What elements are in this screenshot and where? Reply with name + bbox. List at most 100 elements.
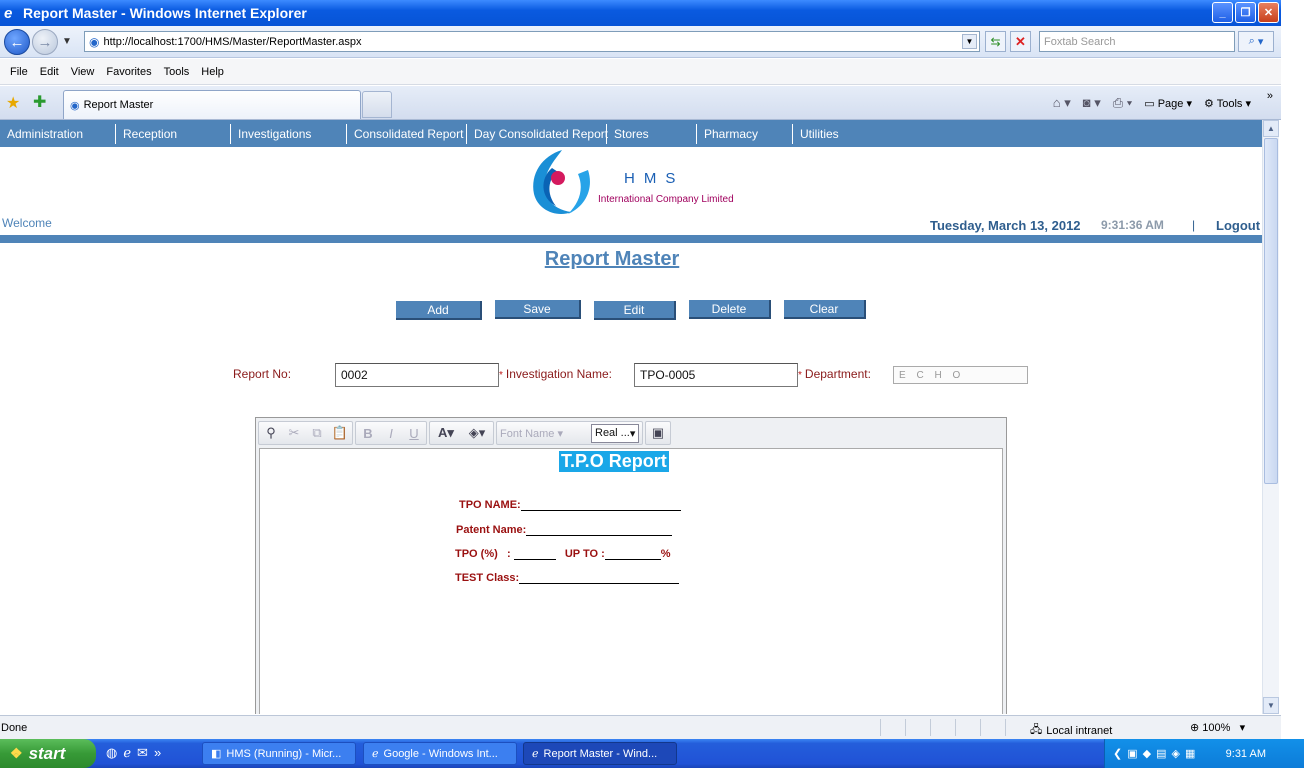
clear-button[interactable]: Clear (784, 300, 866, 319)
url-dropdown[interactable]: ▼ (962, 34, 977, 49)
page-icon: ◉ (70, 99, 80, 112)
page-content: Administration Reception Investigations … (0, 120, 1262, 714)
italic-icon[interactable]: I (382, 426, 400, 441)
font-size-dropdown[interactable]: Real ... ▾ (591, 423, 639, 443)
add-button[interactable]: Add (396, 301, 482, 320)
nav-utilities[interactable]: Utilities (792, 123, 882, 144)
nav-stores[interactable]: Stores (606, 123, 696, 144)
command-bar: ⌂ ▾ ◙ ▾ ⎙ ▾ ▭ Page ▾ ⚙ Tools ▾ (1053, 95, 1251, 111)
tab-report-master[interactable]: ◉ Report Master (63, 90, 361, 119)
nav-reception[interactable]: Reception (115, 123, 230, 144)
security-shield-icon[interactable]: ◆ (1143, 747, 1151, 760)
page-menu[interactable]: ▭ Page ▾ (1144, 97, 1192, 110)
page-menu-label: Page (1157, 97, 1184, 110)
nav-administration[interactable]: Administration (0, 124, 115, 144)
back-button[interactable]: ← (4, 29, 30, 55)
underline-icon[interactable]: U (405, 426, 423, 441)
status-text: Done (1, 722, 28, 734)
feeds-icon[interactable]: ◙ ▾ (1083, 95, 1101, 111)
security-zone-label: Local intranet (1046, 724, 1113, 737)
save-button[interactable]: Save (495, 300, 581, 319)
menu-edit[interactable]: Edit (34, 66, 65, 78)
chrome-icon[interactable]: ◍ (106, 745, 117, 761)
search-button[interactable]: ⌕ ▾ (1238, 31, 1274, 52)
page-icon: ◉ (89, 34, 100, 49)
font-name-value: Font Name (500, 427, 555, 440)
insert-image-icon[interactable]: ▣ (649, 425, 667, 441)
restore-button[interactable]: ❐ (1235, 2, 1256, 23)
paste-icon[interactable]: 📋 (331, 425, 349, 441)
tab-title: Report Master (83, 99, 154, 111)
task-hms-running[interactable]: ◧ HMS (Running) - Micr... (202, 742, 356, 765)
clock[interactable]: 9:31 AM (1226, 748, 1266, 760)
monitor-icon[interactable]: ▦ (1185, 747, 1195, 760)
print-icon[interactable]: ⎙ ▾ (1113, 95, 1132, 111)
status-bar: Done 🖧 Local intranet ⊕ 100% ▾ (0, 715, 1281, 739)
nav-day-consolidated-report[interactable]: Day Consolidated Report (466, 123, 608, 144)
toolbar-overflow-icon[interactable]: » (1267, 90, 1273, 102)
zoom-level[interactable]: ⊕ 100% ▾ (1190, 721, 1245, 734)
edit-button[interactable]: Edit (594, 301, 676, 320)
screen-edge (1281, 0, 1304, 768)
investigation-name-label: * Investigation Name: (499, 367, 612, 381)
menu-file[interactable]: File (4, 66, 34, 78)
home-icon[interactable]: ⌂ ▾ (1053, 95, 1071, 111)
menu-view[interactable]: View (65, 66, 101, 78)
vertical-scrollbar[interactable]: ▲ ▼ (1262, 120, 1279, 714)
current-date: Tuesday, March 13, 2012 (930, 218, 1081, 233)
gear-icon: ⚙ (1204, 97, 1214, 110)
minimize-button[interactable]: _ (1212, 2, 1233, 23)
menu-favorites[interactable]: Favorites (100, 66, 157, 78)
editor-toolbar-group-edit: ⚲ ✂ ⧉ 📋 (258, 421, 353, 445)
logo-title: HMS (624, 170, 685, 187)
menu-help[interactable]: Help (195, 66, 230, 78)
task-google[interactable]: ℯ Google - Windows Int... (363, 742, 517, 765)
scroll-up-button[interactable]: ▲ (1263, 120, 1279, 137)
start-button[interactable]: ❖ start (0, 739, 96, 768)
quick-launch-overflow-icon[interactable]: » (154, 745, 161, 761)
scroll-thumb[interactable] (1264, 138, 1278, 484)
highlight-color-icon[interactable]: ◈▾ (464, 425, 490, 441)
task-label: HMS (Running) - Micr... (226, 747, 342, 760)
recent-pages-dropdown[interactable]: ▼ (62, 36, 72, 47)
font-color-icon[interactable]: A▾ (433, 425, 459, 441)
scroll-down-button[interactable]: ▼ (1263, 697, 1279, 714)
nav-investigations[interactable]: Investigations (230, 123, 346, 144)
editor-body[interactable]: T.P.O Report TPO NAME: Patent Name: TPO … (259, 448, 1003, 714)
logout-link[interactable]: Logout (1216, 218, 1260, 233)
task-report-master[interactable]: ℯ Report Master - Wind... (523, 742, 677, 765)
font-name-dropdown[interactable]: Font Name ▾ (500, 427, 586, 440)
copy-icon[interactable]: ⧉ (308, 425, 326, 441)
investigation-name-input[interactable]: TPO-0005 (634, 363, 798, 387)
favorites-star-icon[interactable]: ★ (6, 93, 20, 113)
quick-launch: ◍ ℯ ✉ » (106, 745, 161, 761)
menu-tools[interactable]: Tools (158, 66, 196, 78)
welcome-text: Welcome (2, 216, 52, 230)
refresh-button[interactable]: ⇆ (985, 31, 1006, 52)
display-icon[interactable]: ▤ (1156, 747, 1166, 760)
stop-button[interactable]: ✕ (1010, 31, 1031, 52)
report-no-input[interactable]: 0002 (335, 363, 499, 387)
ie-quick-icon[interactable]: ℯ (123, 745, 131, 761)
network-icon[interactable]: ▣ (1127, 747, 1137, 760)
forward-button[interactable]: → (32, 29, 58, 55)
nav-pharmacy[interactable]: Pharmacy (696, 123, 792, 144)
report-heading: T.P.O Report (559, 451, 669, 472)
outlook-icon[interactable]: ✉ (137, 745, 148, 761)
new-tab-button[interactable] (362, 91, 392, 118)
close-button[interactable]: ✕ (1258, 2, 1279, 23)
delete-button[interactable]: Delete (689, 300, 771, 319)
url-input[interactable]: ◉ http://localhost:1700/HMS/Master/Repor… (84, 31, 980, 52)
search-input[interactable]: Foxtab Search (1039, 31, 1235, 52)
add-favorite-icon[interactable]: ✚ (33, 92, 46, 112)
find-icon[interactable]: ⚲ (262, 425, 280, 441)
current-time: 9:31:36 AM (1101, 218, 1164, 232)
antivirus-icon[interactable]: ◈ (1172, 747, 1180, 760)
security-zone[interactable]: 🖧 Local intranet (1030, 721, 1112, 740)
nav-consolidated-report[interactable]: Consolidated Report (346, 123, 466, 144)
bold-icon[interactable]: B (359, 426, 377, 441)
address-bar: ← → ▼ ◉ http://localhost:1700/HMS/Master… (0, 26, 1281, 58)
cut-icon[interactable]: ✂ (285, 425, 303, 441)
tools-menu[interactable]: ⚙ Tools ▾ (1204, 97, 1251, 110)
tray-expand-icon[interactable]: ❮ (1113, 747, 1122, 760)
